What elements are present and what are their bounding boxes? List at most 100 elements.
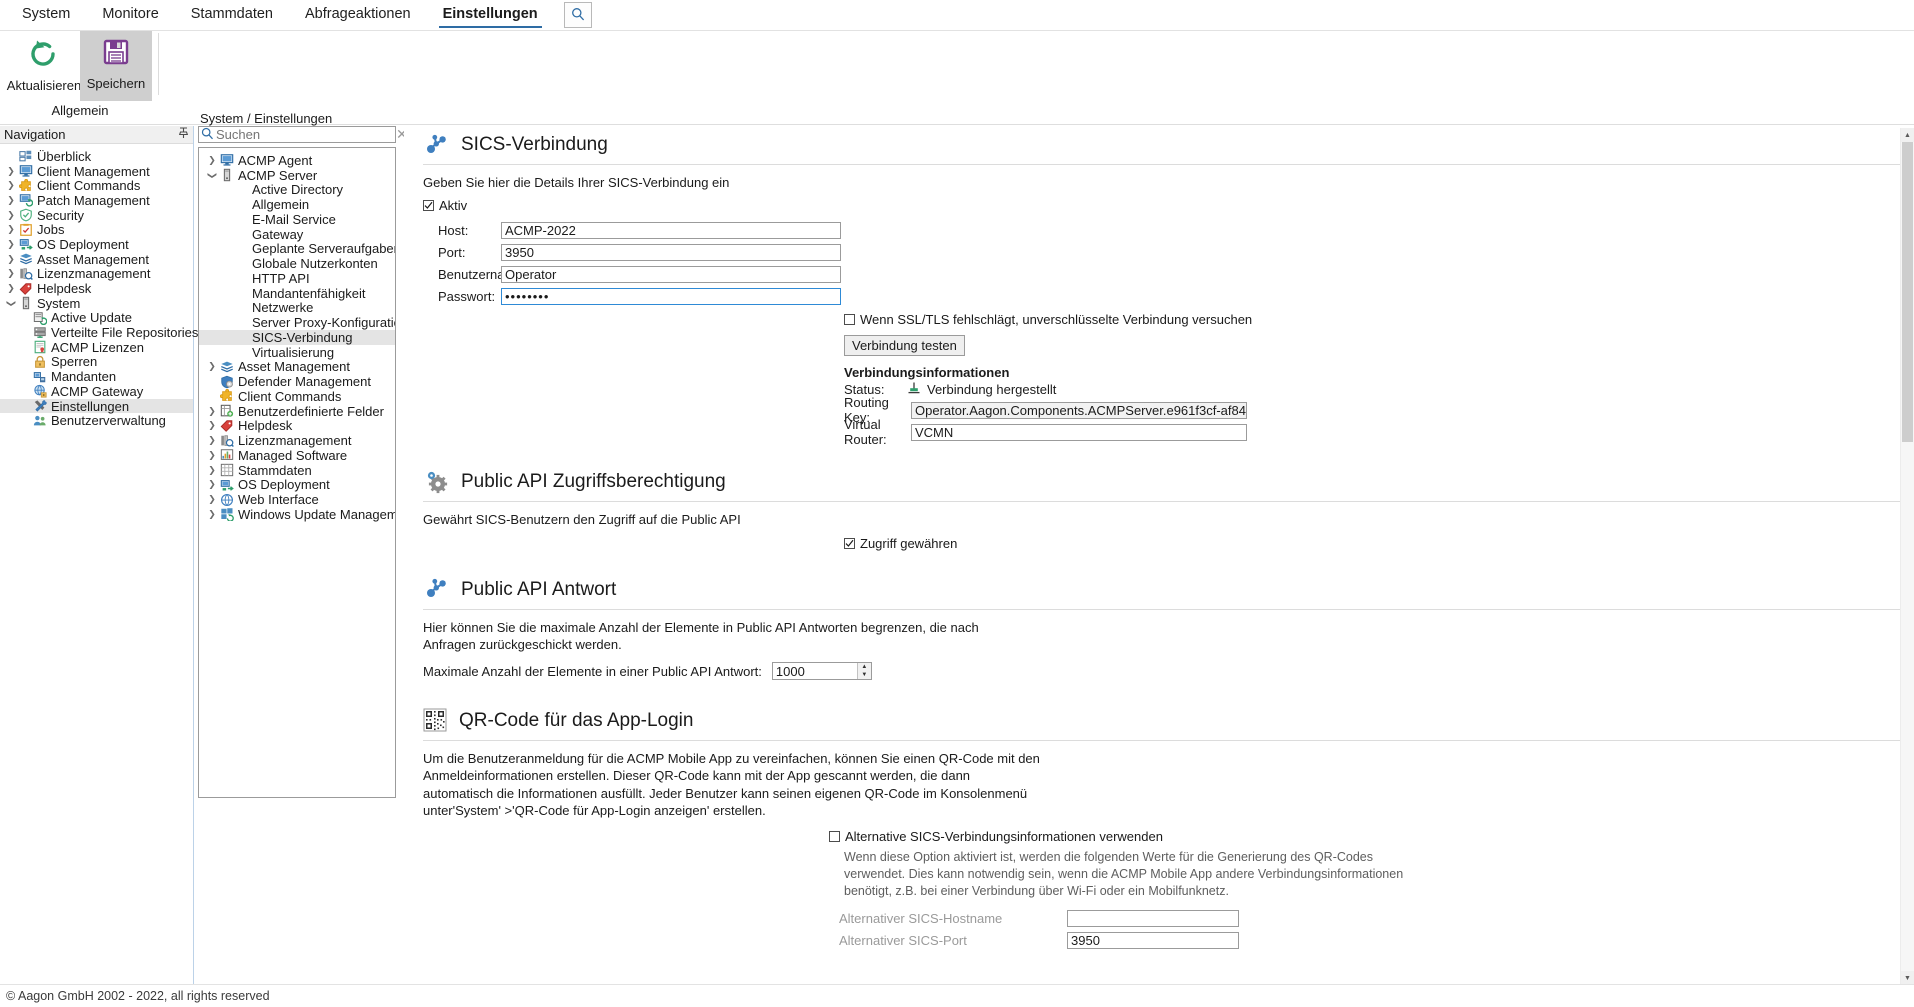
ribbon-search-button[interactable]: [564, 2, 592, 28]
tree-item-security[interactable]: ❯Security: [0, 208, 193, 223]
tree-item-acmp-lizenzen[interactable]: ACMP Lizenzen: [0, 340, 193, 355]
tree-item-berblick[interactable]: Überblick: [0, 149, 193, 164]
virtual-router-input[interactable]: VCMN: [911, 424, 1247, 441]
tree-item-client-commands[interactable]: ❯Client Commands: [0, 178, 193, 193]
chevron-right-icon[interactable]: ❯: [7, 240, 15, 249]
chevron-right-icon[interactable]: ❯: [208, 407, 216, 416]
chevron-right-icon[interactable]: ❯: [208, 362, 216, 371]
tree-toggle[interactable]: ❯: [4, 284, 18, 293]
stepper-arrows[interactable]: ▲ ▼: [857, 663, 871, 679]
chevron-down-icon[interactable]: ❯: [6, 299, 15, 307]
tree-item-globale-nutzerkonten[interactable]: Globale Nutzerkonten: [199, 256, 395, 271]
tree-item-active-directory[interactable]: Active Directory: [199, 183, 395, 198]
sics-active-checkbox-row[interactable]: Aktiv: [423, 198, 1900, 213]
tree-toggle[interactable]: ❯: [205, 480, 219, 489]
tree-toggle[interactable]: ❯: [205, 421, 219, 430]
tree-item-virtualisierung[interactable]: Virtualisierung: [199, 345, 395, 360]
search-input[interactable]: [214, 126, 394, 143]
alt-sics-checkbox-row[interactable]: Alternative SICS-Verbindungsinformatione…: [829, 829, 1900, 844]
tree-item-stammdaten[interactable]: ❯Stammdaten: [199, 463, 395, 478]
tree-toggle[interactable]: ❯: [4, 299, 18, 308]
host-input[interactable]: ACMP-2022: [501, 222, 841, 239]
chevron-right-icon[interactable]: ❯: [208, 480, 216, 489]
tree-toggle[interactable]: ❯: [4, 225, 18, 234]
tab-einstellungen[interactable]: Einstellungen: [427, 1, 554, 29]
alt-hostname-input[interactable]: [1067, 910, 1239, 927]
scroll-down-icon[interactable]: ▼: [1901, 971, 1914, 985]
tree-toggle[interactable]: ❯: [205, 451, 219, 460]
tree-toggle[interactable]: ❯: [4, 196, 18, 205]
max-elements-value[interactable]: 1000: [773, 663, 857, 679]
tree-item-verteilte-file-repositories[interactable]: Verteilte File Repositories: [0, 325, 193, 340]
tree-item-system[interactable]: ❯System: [0, 296, 193, 311]
tree-item-active-update[interactable]: Active Update: [0, 311, 193, 326]
tree-item-geplante-serveraufgaben[interactable]: Geplante Serveraufgaben: [199, 242, 395, 257]
tree-toggle[interactable]: ❯: [205, 171, 219, 180]
tree-toggle[interactable]: ❯: [205, 156, 219, 165]
tree-item-managed-software[interactable]: ❯Managed Software: [199, 448, 395, 463]
tab-system[interactable]: System: [6, 1, 86, 29]
tree-item-mandantenf-higkeit[interactable]: Mandantenfähigkeit: [199, 286, 395, 301]
test-connection-button[interactable]: Verbindung testen: [844, 335, 965, 356]
chevron-right-icon[interactable]: ❯: [208, 466, 216, 475]
grant-access-checkbox-row[interactable]: Zugriff gewähren: [844, 536, 1900, 551]
tree-item-acmp-server[interactable]: ❯ACMP Server: [199, 168, 395, 183]
tree-item-gateway[interactable]: Gateway: [199, 227, 395, 242]
tree-item-client-management[interactable]: ❯Client Management: [0, 164, 193, 179]
scrollbar-thumb[interactable]: [1902, 142, 1913, 442]
tree-toggle[interactable]: ❯: [205, 362, 219, 371]
tree-item-lizenzmanagement[interactable]: ❯Lizenzmanagement: [199, 433, 395, 448]
save-button[interactable]: Speichern: [80, 31, 152, 101]
max-elements-stepper[interactable]: 1000 ▲ ▼: [772, 662, 872, 680]
tree-item-defender-management[interactable]: Defender Management: [199, 374, 395, 389]
tree-item-e-mail-service[interactable]: E-Mail Service: [199, 212, 395, 227]
alt-port-input[interactable]: 3950: [1067, 932, 1239, 949]
tree-item-einstellungen[interactable]: Einstellungen: [0, 399, 193, 414]
tree-toggle[interactable]: ❯: [205, 466, 219, 475]
checkbox-checked-icon[interactable]: [423, 200, 434, 211]
username-input[interactable]: Operator: [501, 266, 841, 283]
port-input[interactable]: 3950: [501, 244, 841, 261]
stepper-up-icon[interactable]: ▲: [858, 663, 871, 671]
scroll-up-icon[interactable]: ▲: [1901, 128, 1914, 142]
tree-item-jobs[interactable]: ❯Jobs: [0, 222, 193, 237]
tree-item-helpdesk[interactable]: ❯Helpdesk: [0, 281, 193, 296]
chevron-right-icon[interactable]: ❯: [208, 451, 216, 460]
tree-toggle[interactable]: ❯: [4, 240, 18, 249]
chevron-right-icon[interactable]: ❯: [7, 269, 15, 278]
chevron-right-icon[interactable]: ❯: [7, 255, 15, 264]
chevron-right-icon[interactable]: ❯: [7, 181, 15, 190]
tree-item-patch-management[interactable]: ❯Patch Management: [0, 193, 193, 208]
tree-toggle[interactable]: ❯: [4, 255, 18, 264]
tree-item-mandanten[interactable]: Mandanten: [0, 369, 193, 384]
tree-item-client-commands[interactable]: Client Commands: [199, 389, 395, 404]
tree-item-web-interface[interactable]: ❯Web Interface: [199, 492, 395, 507]
chevron-right-icon[interactable]: ❯: [7, 284, 15, 293]
tree-item-allgemein[interactable]: Allgemein: [199, 197, 395, 212]
tree-item-os-deployment[interactable]: ❯OS Deployment: [0, 237, 193, 252]
tree-item-benutzerdefinierte-felder[interactable]: ❯Benutzerdefinierte Felder: [199, 404, 395, 419]
tree-item-asset-management[interactable]: ❯Asset Management: [199, 360, 395, 375]
stepper-down-icon[interactable]: ▼: [858, 671, 871, 679]
chevron-right-icon[interactable]: ❯: [7, 225, 15, 234]
tree-item-server-proxy-konfiguration[interactable]: Server Proxy-Konfiguration: [199, 315, 395, 330]
chevron-right-icon[interactable]: ❯: [208, 436, 216, 445]
tree-item-acmp-gateway[interactable]: ACMP Gateway: [0, 384, 193, 399]
tree-toggle[interactable]: ❯: [4, 181, 18, 190]
tree-item-benutzerverwaltung[interactable]: Benutzerverwaltung: [0, 413, 193, 428]
tree-item-sics-verbindung[interactable]: SICS-Verbindung: [199, 330, 395, 345]
ssl-fallback-checkbox-row[interactable]: Wenn SSL/TLS fehlschlägt, unverschlüssel…: [844, 312, 1900, 327]
chevron-down-icon[interactable]: ❯: [207, 171, 216, 179]
chevron-right-icon[interactable]: ❯: [7, 196, 15, 205]
checkbox-checked-icon[interactable]: [844, 538, 855, 549]
tree-item-lizenzmanagement[interactable]: ❯Lizenzmanagement: [0, 267, 193, 282]
chevron-right-icon[interactable]: ❯: [208, 495, 216, 504]
tree-item-helpdesk[interactable]: ❯Helpdesk: [199, 419, 395, 434]
tree-item-sperren[interactable]: Sperren: [0, 355, 193, 370]
chevron-right-icon[interactable]: ❯: [208, 510, 216, 519]
tree-toggle[interactable]: ❯: [4, 167, 18, 176]
refresh-button[interactable]: Aktualisieren: [8, 31, 80, 101]
tree-toggle[interactable]: ❯: [4, 211, 18, 220]
settings-search-box[interactable]: ✕: [198, 126, 396, 143]
tab-stammdaten[interactable]: Stammdaten: [175, 1, 289, 29]
